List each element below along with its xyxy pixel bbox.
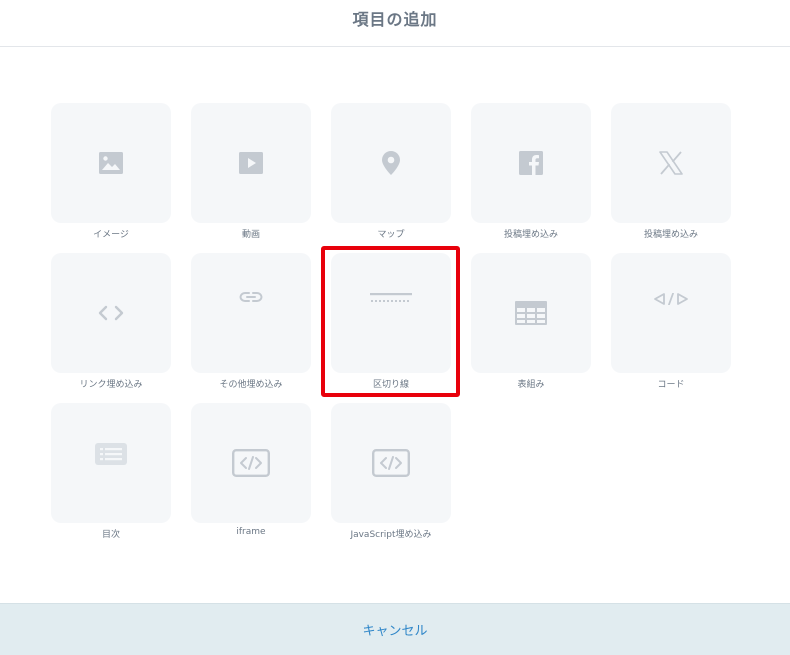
item-label: 目次 bbox=[101, 530, 120, 540]
item-x-embed[interactable]: 投稿埋め込み bbox=[611, 103, 731, 240]
item-grid: イメージ 動画 マップ 投稿埋め込み 投稿埋め込み リンク埋め込み その他埋め込… bbox=[51, 103, 731, 543]
javascript-code-icon bbox=[372, 449, 410, 477]
item-label: マップ bbox=[377, 230, 405, 240]
item-label: 動画 bbox=[241, 230, 260, 240]
iframe-code-icon bbox=[232, 449, 270, 477]
item-tile[interactable] bbox=[611, 103, 731, 223]
item-divider[interactable]: 区切り線 bbox=[331, 253, 451, 390]
item-map[interactable]: マップ bbox=[331, 103, 451, 240]
item-tile[interactable] bbox=[51, 253, 171, 373]
map-pin-icon bbox=[382, 151, 400, 175]
item-tile[interactable] bbox=[331, 403, 451, 523]
item-table[interactable]: 表組み bbox=[471, 253, 591, 390]
item-video[interactable]: 動画 bbox=[191, 103, 311, 240]
item-facebook-embed[interactable]: 投稿埋め込み bbox=[471, 103, 591, 240]
item-tile[interactable] bbox=[331, 253, 451, 373]
play-icon bbox=[239, 152, 263, 174]
item-other-embed[interactable]: その他埋め込み bbox=[191, 253, 311, 390]
item-tile[interactable] bbox=[611, 253, 731, 373]
item-tile[interactable] bbox=[331, 103, 451, 223]
x-logo-icon bbox=[659, 151, 683, 175]
item-label: コード bbox=[657, 380, 685, 390]
item-tile[interactable] bbox=[51, 103, 171, 223]
item-link-embed[interactable]: リンク埋め込み bbox=[51, 253, 171, 390]
item-label: その他埋め込み bbox=[219, 380, 283, 390]
cancel-button[interactable]: キャンセル bbox=[356, 619, 433, 640]
item-label: 投稿埋め込み bbox=[503, 230, 558, 240]
divider-icon bbox=[370, 293, 412, 303]
list-icon bbox=[95, 443, 127, 465]
dialog-title: 項目の追加 bbox=[352, 10, 438, 29]
item-tile[interactable] bbox=[191, 403, 311, 523]
item-tile[interactable] bbox=[471, 103, 591, 223]
item-javascript-embed[interactable]: JavaScript埋め込み bbox=[331, 403, 451, 540]
code-icon bbox=[654, 293, 688, 305]
item-tile[interactable] bbox=[471, 253, 591, 373]
item-label: リンク埋め込み bbox=[79, 380, 143, 390]
item-tile[interactable] bbox=[191, 253, 311, 373]
item-tile[interactable] bbox=[191, 103, 311, 223]
item-label: 区切り線 bbox=[372, 380, 409, 390]
item-label: イメージ bbox=[93, 230, 129, 240]
item-tile[interactable] bbox=[51, 403, 171, 523]
image-icon bbox=[99, 152, 123, 174]
table-icon bbox=[515, 301, 547, 325]
item-label: iframe bbox=[236, 527, 266, 537]
item-toc[interactable]: 目次 bbox=[51, 403, 171, 540]
item-iframe[interactable]: iframe bbox=[191, 403, 311, 539]
add-item-dialog: 項目の追加 イメージ 動画 マップ 投稿埋め込み 投稿埋め込み リンク埋め込み … bbox=[0, 0, 790, 655]
link-icon bbox=[239, 291, 263, 303]
code-brackets-icon bbox=[98, 305, 124, 321]
facebook-icon bbox=[519, 151, 543, 175]
item-label: 表組み bbox=[517, 380, 545, 390]
dialog-header: 項目の追加 bbox=[0, 0, 790, 47]
dialog-footer: キャンセル bbox=[0, 603, 790, 655]
item-image[interactable]: イメージ bbox=[51, 103, 171, 240]
item-label: 投稿埋め込み bbox=[643, 230, 698, 240]
item-code[interactable]: コード bbox=[611, 253, 731, 390]
item-label: JavaScript埋め込み bbox=[350, 530, 432, 540]
